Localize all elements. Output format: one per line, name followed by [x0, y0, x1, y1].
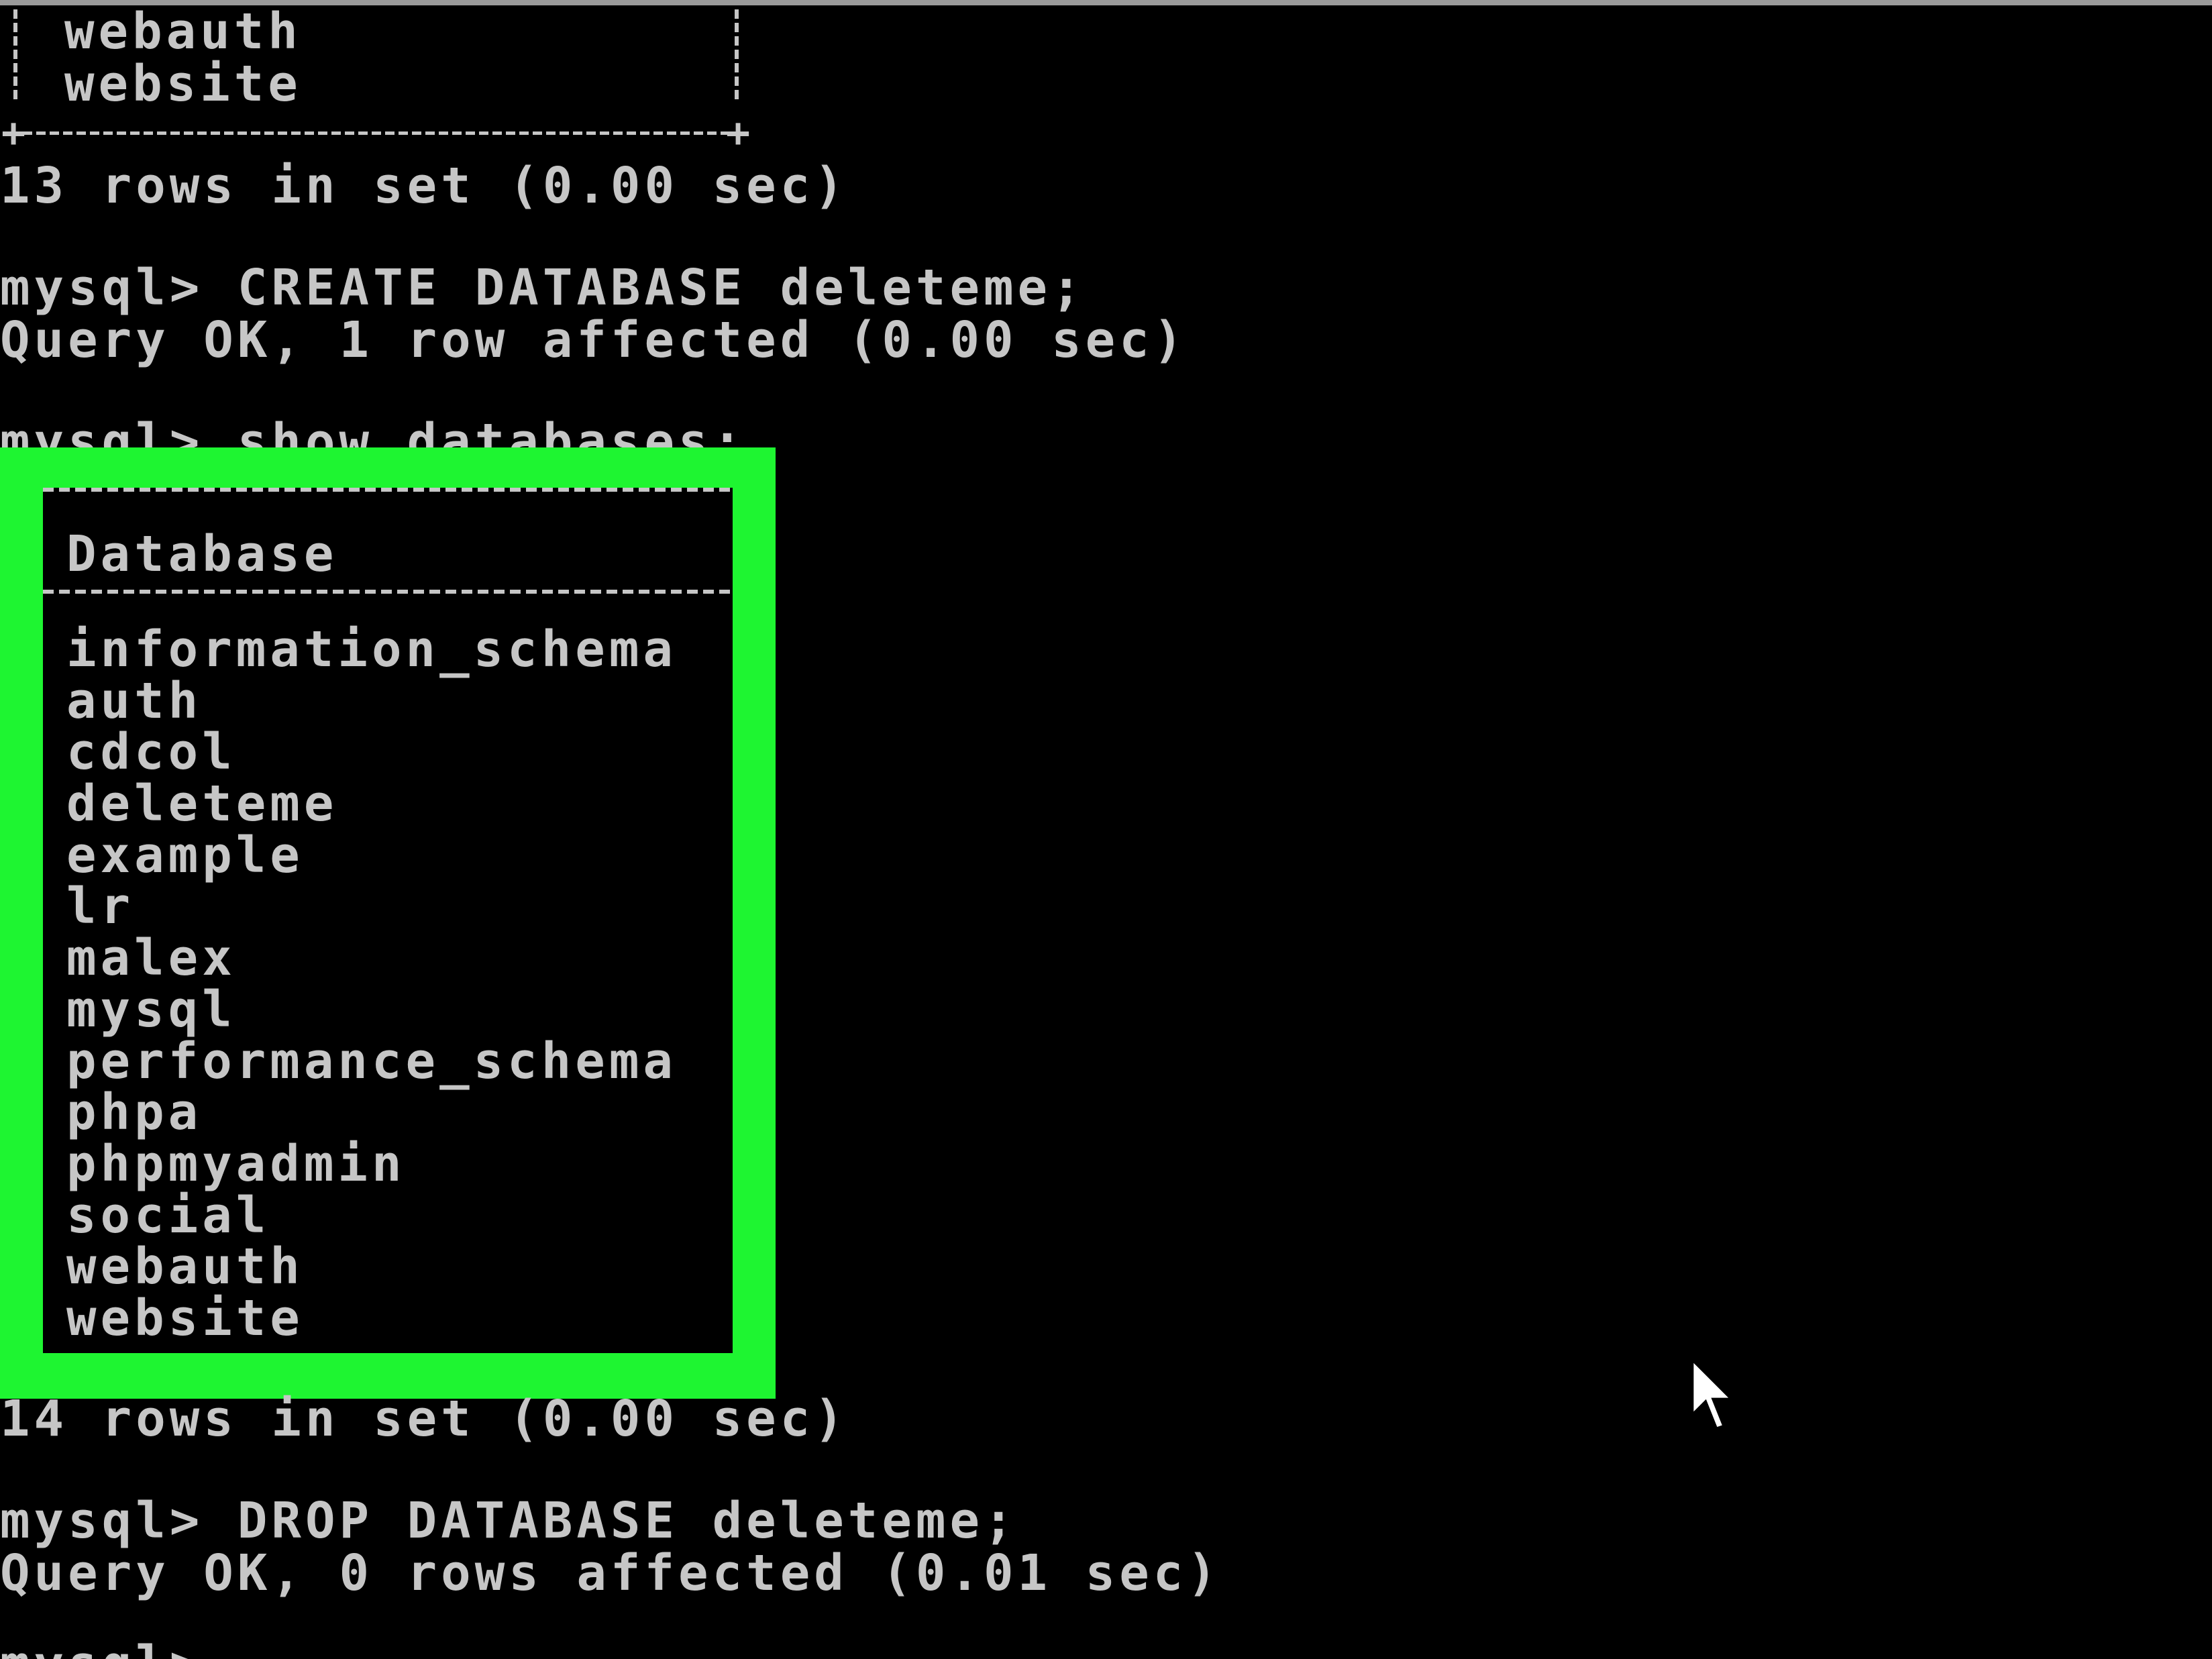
query-result: Query OK, 0 rows affected (0.01 sec): [0, 1544, 1221, 1602]
column-header: Database: [66, 525, 338, 583]
table-corner: +: [726, 109, 751, 156]
list-item: auth: [66, 672, 203, 730]
list-item: phpmyadmin: [66, 1134, 406, 1193]
highlight-box: Database information_schema auth cdcol d…: [0, 447, 776, 1399]
list-item: performance_schema: [66, 1032, 677, 1090]
table-header-separator: [43, 590, 733, 594]
list-item: webauth: [66, 1238, 304, 1296]
table-bottom-border: [9, 131, 747, 135]
query-result: Query OK, 1 row affected (0.00 sec): [0, 311, 1188, 369]
list-item: information_schema: [66, 621, 677, 678]
table-corner: +: [1, 109, 26, 156]
list-item: phpa: [66, 1083, 203, 1142]
result-count: 14 rows in set (0.00 sec): [0, 1390, 848, 1448]
list-item: mysql: [66, 980, 236, 1038]
list-item: website: [66, 1289, 304, 1347]
table-row: webauth: [64, 3, 302, 60]
list-item: social: [66, 1186, 270, 1244]
table-row: website: [64, 55, 302, 113]
list-item: cdcol: [66, 723, 236, 782]
table-right-border: [735, 9, 739, 103]
list-item: lr: [66, 877, 135, 936]
command-line: mysql> DROP DATABASE deleteme;: [0, 1492, 1018, 1550]
table-left-border: [13, 9, 17, 103]
list-item: example: [66, 826, 304, 884]
list-item: deleteme: [66, 775, 338, 833]
databases-table: Database information_schema auth cdcol d…: [43, 488, 733, 1353]
list-item: malex: [66, 929, 236, 987]
result-count: 13 rows in set (0.00 sec): [0, 157, 848, 215]
table-top-border: [43, 488, 733, 492]
window-top-edge: [0, 0, 2212, 5]
mouse-pointer-icon: [1690, 1356, 1736, 1431]
command-prompt[interactable]: mysql>: [0, 1638, 203, 1659]
command-line: mysql> CREATE DATABASE deleteme;: [0, 259, 1086, 317]
database-list: information_schema auth cdcol deleteme e…: [66, 624, 677, 1344]
terminal-window[interactable]: webauth website + + 13 rows in set (0.00…: [0, 0, 2212, 1659]
